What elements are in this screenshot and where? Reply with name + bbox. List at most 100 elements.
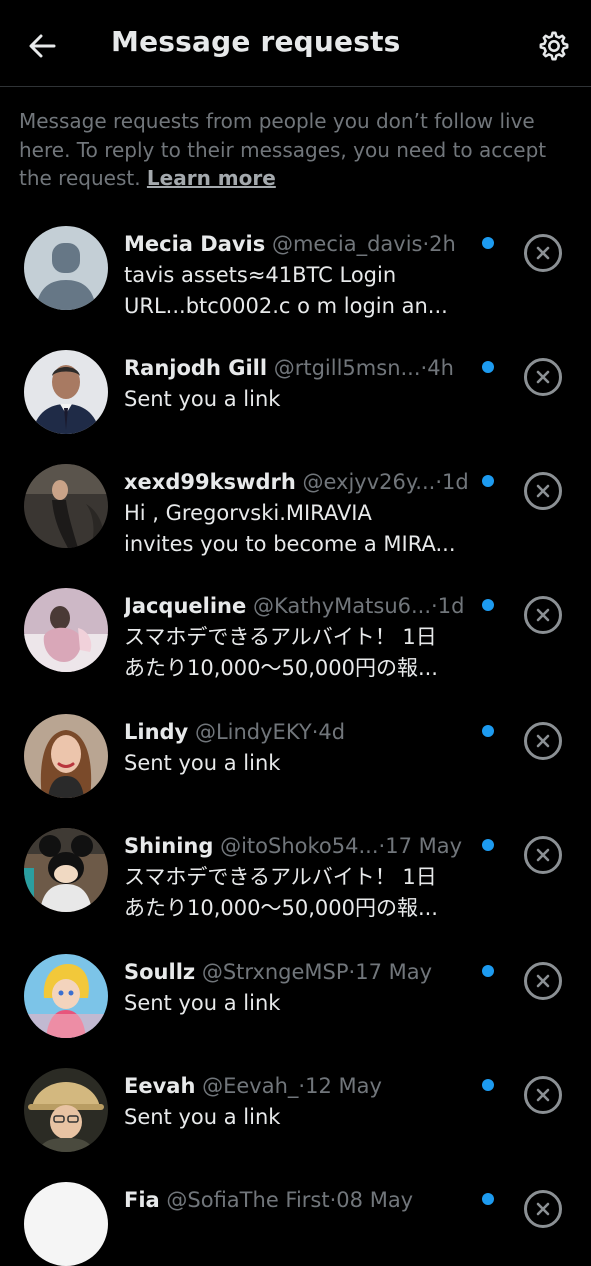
sender-name: Ranjodh Gill [124,356,268,380]
unread-indicator [482,475,494,487]
timestamp: 4d [318,720,346,744]
sender-handle: @Eevah_ [202,1074,299,1098]
info-text: Message requests from people you don’t f… [19,107,579,193]
sender-name: Fia [124,1188,160,1212]
separator-dot: · [431,594,438,618]
sender-line: Fia @SofiaThe First·08 May [124,1186,470,1214]
preview-line: Sent you a link [124,751,281,775]
close-icon [536,734,550,748]
dismiss-button[interactable] [524,234,562,272]
arrow-left-icon [29,34,56,58]
profile-avatar [24,1182,108,1266]
close-icon [536,974,550,988]
close-icon [536,1088,550,1102]
dismiss-button[interactable] [524,472,562,510]
dismiss-button[interactable] [524,1076,562,1114]
sender-line: Mecia Davis @mecia_davis·2h [124,230,470,258]
profile-avatar [24,588,108,672]
sender-handle: @itoShoko54... [220,834,379,858]
preview-line: あたり10,000〜50,000円の報... [124,896,438,920]
sender-line: Soullz @StrxngeMSP·17 May [124,958,470,986]
message-preview: tavis assets≈41BTC Login URL...btc0002.c … [124,260,464,322]
request-row[interactable]: Ranjodh Gill @rtgill5msn...·4h Sent you … [0,350,591,450]
profile-avatar [24,350,108,434]
sender-line: xexd99kswdrh @exjyv26y...·1d [124,468,470,496]
unread-indicator [482,237,494,249]
unread-indicator [482,725,494,737]
sender-handle: @SofiaThe First [166,1188,330,1212]
sender-name: Jacqueline [124,594,247,618]
learn-more-link[interactable]: Learn more [147,166,276,190]
request-row[interactable]: Shining @itoShoko54...·17 May スマホデできるアルバ… [0,828,591,948]
timestamp: 2h [429,232,456,256]
settings-button[interactable] [533,25,575,67]
sender-name: Mecia Davis [124,232,266,256]
timestamp: 1d [437,594,465,618]
sender-line: Ranjodh Gill @rtgill5msn...·4h [124,354,470,382]
request-row[interactable]: Fia @SofiaThe First·08 May [0,1182,591,1266]
message-preview: Hi , Gregorvski.MIRAVIA invites you to be… [124,498,464,560]
preview-line: tavis assets≈41BTC Login [124,263,397,287]
preview-line: Sent you a link [124,991,281,1015]
sender-handle: @LindyEKY [194,720,312,744]
request-row[interactable]: Lindy @LindyEKY·4d Sent you a link [0,714,591,814]
message-preview: スマホデできるアルバイト！ 1日 あたり10,000〜50,000円の報... [124,622,464,684]
dismiss-button[interactable] [524,1190,562,1228]
close-icon [536,246,550,260]
preview-line: あたり10,000〜50,000円の報... [124,656,438,680]
profile-avatar [24,1068,108,1152]
close-icon [536,370,550,384]
dismiss-button[interactable] [524,358,562,396]
preview-line: スマホデできるアルバイト！ 1日 [124,625,437,649]
request-row[interactable]: Jacqueline @KathyMatsu6...·1d スマホデできるアルバ… [0,588,591,708]
back-button[interactable] [22,26,62,66]
unread-indicator [482,599,494,611]
message-preview: Sent you a link [124,988,464,1019]
unread-indicator [482,1079,494,1091]
timestamp: 17 May [385,834,463,858]
message-preview: Sent you a link [124,748,464,779]
close-icon [536,484,550,498]
sender-line: Shining @itoShoko54...·17 May [124,832,470,860]
page-title: Message requests [111,25,401,58]
timestamp: 08 May [336,1188,414,1212]
close-icon [536,1202,550,1216]
default-avatar [24,226,108,310]
sender-handle: @rtgill5msn... [273,356,421,380]
profile-avatar [24,954,108,1038]
sender-name: Lindy [124,720,189,744]
preview-line: URL...btc0002.c o m login an... [124,294,448,318]
dismiss-button[interactable] [524,722,562,760]
preview-line: Sent you a link [124,1105,281,1129]
sender-line: Jacqueline @KathyMatsu6...·1d [124,592,470,620]
profile-avatar [24,464,108,548]
unread-indicator [482,965,494,977]
unread-indicator [482,839,494,851]
sender-line: Eevah @Eevah_·12 May [124,1072,470,1100]
sender-name: Shining [124,834,214,858]
timestamp: 1d [442,470,469,494]
request-row[interactable]: Soullz @StrxngeMSP·17 May Sent you a lin… [0,954,591,1054]
message-preview: Sent you a link [124,1102,464,1133]
preview-line: Sent you a link [124,387,281,411]
timestamp: 12 May [305,1074,382,1098]
sender-name: Eevah [124,1074,196,1098]
top-bar: Message requests [0,0,591,87]
dismiss-button[interactable] [524,962,562,1000]
info-description: Message requests from people you don’t f… [19,109,547,190]
dismiss-button[interactable] [524,836,562,874]
timestamp: 17 May [355,960,433,984]
sender-handle: @exjyv26y... [302,470,436,494]
request-row[interactable]: Eevah @Eevah_·12 May Sent you a link [0,1068,591,1168]
preview-line: スマホデできるアルバイト！ 1日 [124,865,437,889]
request-row[interactable]: xexd99kswdrh @exjyv26y...·1d Hi , Gregor… [0,464,591,584]
message-preview: スマホデできるアルバイト！ 1日 あたり10,000〜50,000円の報... [124,862,464,924]
message-preview: Sent you a link [124,384,464,415]
gear-icon [539,31,569,61]
profile-avatar [24,714,108,798]
sender-handle: @mecia_davis [271,232,423,256]
dismiss-button[interactable] [524,596,562,634]
sender-name: Soullz [124,960,196,984]
request-row[interactable]: Mecia Davis @mecia_davis·2h tavis assets… [0,226,591,346]
timestamp: 4h [427,356,454,380]
